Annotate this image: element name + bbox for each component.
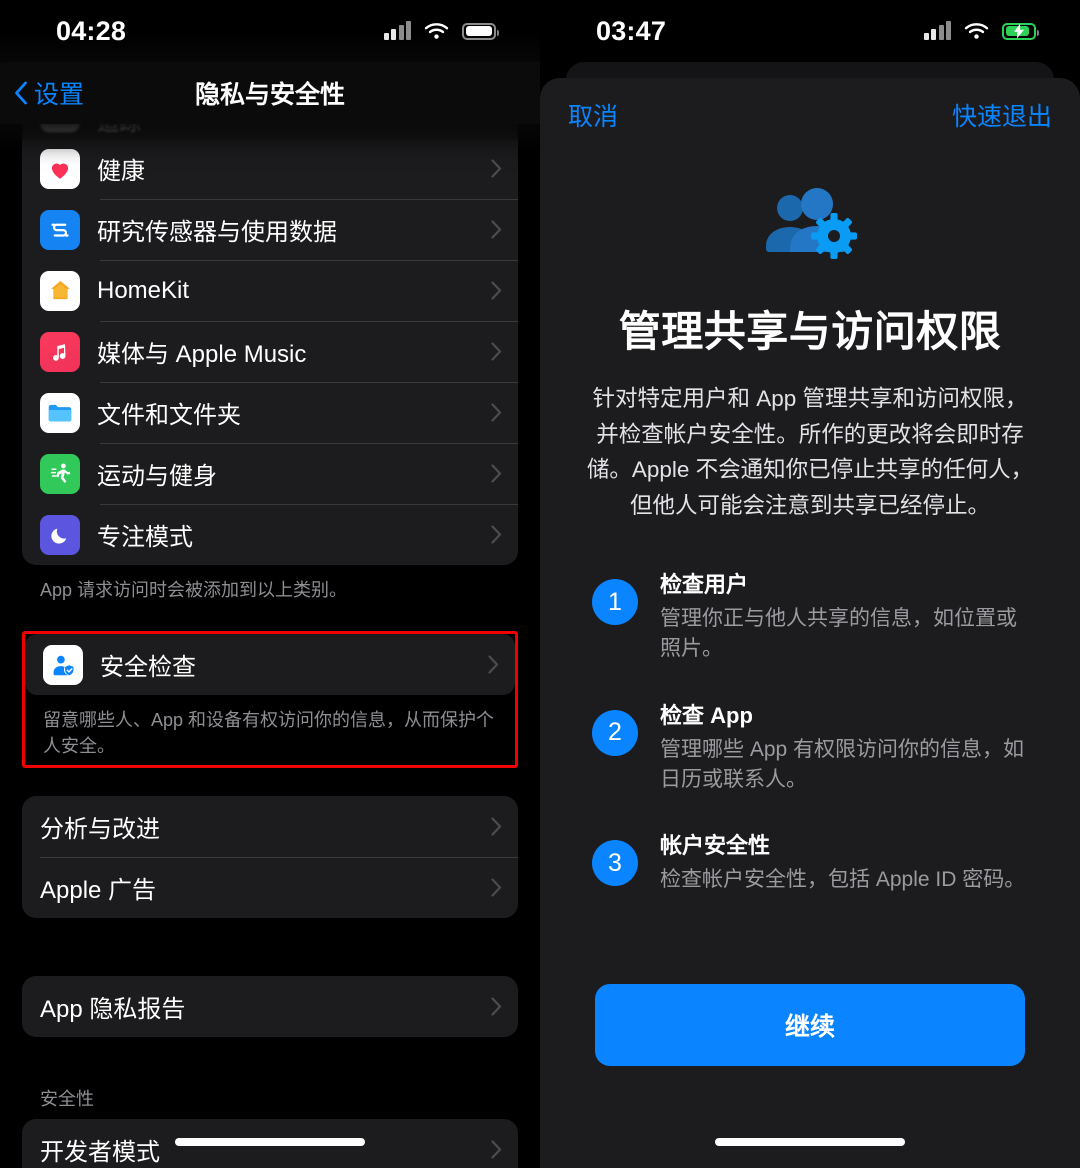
battery-charging-icon bbox=[1002, 22, 1039, 40]
step-item: 3 帐户安全性 检查帐户安全性，包括 Apple ID 密码。 bbox=[592, 828, 1030, 895]
settings-row-label: 运动与健身 bbox=[97, 463, 217, 490]
cancel-button[interactable]: 取消 bbox=[568, 97, 618, 133]
steps-list: 1 检查用户 管理你正与他人共享的信息，如位置或照片。 2 检查 App 管理哪… bbox=[540, 523, 1080, 895]
safety-check-footnote: 留意哪些人、App 和设备有权访问你的信息，从而保护个人安全。 bbox=[43, 710, 495, 757]
chevron-right-icon bbox=[491, 817, 502, 836]
apple-music-icon bbox=[40, 331, 80, 372]
settings-row-label: 专注模式 bbox=[97, 524, 193, 551]
settings-row-label: 分析与改进 bbox=[40, 816, 160, 844]
back-button-label: 设置 bbox=[34, 81, 85, 109]
settings-row-files[interactable]: 文件和文件夹 bbox=[22, 382, 518, 443]
step-title: 帐户安全性 bbox=[660, 833, 771, 859]
battery-icon bbox=[462, 22, 499, 40]
step-number-badge: 1 bbox=[592, 579, 638, 626]
step-item: 1 检查用户 管理你正与他人共享的信息，如位置或照片。 bbox=[592, 567, 1030, 664]
settings-row-label: App 隐私报告 bbox=[40, 996, 186, 1024]
settings-row-label: 研究传感器与使用数据 bbox=[97, 219, 337, 246]
privacy-apps-group: 健康 研究传感器与使用数据 HomeKit 媒体与 Apple Music 文件… bbox=[22, 138, 518, 565]
step-title: 检查 App bbox=[660, 702, 753, 728]
settings-row-label: 安全检查 bbox=[100, 654, 196, 682]
cellular-signal-icon bbox=[923, 21, 951, 40]
chevron-right-icon bbox=[491, 281, 502, 300]
step-title: 检查用户 bbox=[660, 572, 749, 598]
step-text: 检查 App 管理哪些 App 有权限访问你的信息，如日历或联系人。 bbox=[660, 698, 1030, 795]
quick-exit-button[interactable]: 快速退出 bbox=[952, 97, 1052, 133]
sheet-title: 管理共享与访问权限 bbox=[618, 308, 1002, 355]
settings-row-label: 健康 bbox=[97, 158, 145, 185]
people-gear-icon bbox=[754, 186, 866, 272]
safety-check-icon bbox=[43, 644, 83, 685]
chevron-right-icon bbox=[491, 220, 502, 239]
settings-row-label: HomeKit bbox=[97, 276, 190, 304]
chevron-right-icon bbox=[491, 997, 502, 1016]
step-text: 检查用户 管理你正与他人共享的信息，如位置或照片。 bbox=[660, 567, 1030, 664]
app-privacy-report-group: App 隐私报告 bbox=[22, 976, 518, 1038]
chevron-right-icon bbox=[491, 403, 502, 422]
step-number-badge: 2 bbox=[592, 709, 638, 756]
home-indicator bbox=[715, 1138, 905, 1146]
settings-row-app-privacy-report[interactable]: App 隐私报告 bbox=[22, 976, 518, 1037]
chevron-left-icon bbox=[15, 81, 27, 105]
security-section-header: 安全性 bbox=[40, 1089, 94, 1110]
settings-row-apple-music[interactable]: 媒体与 Apple Music bbox=[22, 321, 518, 382]
status-time: 03:47 bbox=[596, 15, 667, 46]
settings-row-apple-ads[interactable]: Apple 广告 bbox=[22, 857, 518, 918]
continue-button[interactable]: 继续 bbox=[595, 984, 1025, 1066]
status-bar: 03:47 bbox=[540, 0, 1080, 62]
wifi-icon bbox=[424, 23, 449, 39]
step-description: 检查帐户安全性，包括 Apple ID 密码。 bbox=[660, 868, 1026, 892]
settings-row-focus[interactable]: 专注模式 bbox=[22, 504, 518, 565]
safety-check-highlight-box: 安全检查 留意哪些人、App 和设备有权访问你的信息，从而保护个人安全。 bbox=[22, 631, 518, 769]
chevron-right-icon bbox=[491, 342, 502, 361]
settings-row-research-sensor[interactable]: 研究传感器与使用数据 bbox=[22, 199, 518, 260]
step-item: 2 检查 App 管理哪些 App 有权限访问你的信息，如日历或联系人。 bbox=[592, 698, 1030, 795]
settings-scroll-area[interactable]: 追踪 健康 bbox=[0, 0, 540, 1168]
wifi-icon bbox=[964, 23, 989, 39]
settings-row-health[interactable]: 健康 bbox=[22, 138, 518, 199]
chevron-right-icon bbox=[491, 1140, 502, 1159]
cta-container: 继续 bbox=[595, 984, 1025, 1066]
chevron-right-icon bbox=[491, 464, 502, 483]
settings-row-homekit[interactable]: HomeKit bbox=[22, 260, 518, 321]
settings-row-safety-check[interactable]: 安全检查 bbox=[25, 634, 515, 695]
fitness-icon bbox=[40, 453, 80, 494]
sheet-hero: 管理共享与访问权限 针对特定用户和 App 管理共享和访问权限，并检查帐户安全性… bbox=[540, 132, 1080, 523]
safety-check-group: 安全检查 bbox=[25, 634, 515, 696]
chevron-right-icon bbox=[491, 159, 502, 178]
health-icon bbox=[40, 148, 80, 189]
settings-row-label: 媒体与 Apple Music bbox=[97, 341, 307, 368]
navigation-bar: 设置 隐私与安全性 bbox=[0, 62, 540, 124]
safety-check-sheet: 取消 快速退出 管理共享与访问权限 针对特定用户和 App 管理共享和访问权限，… bbox=[540, 78, 1080, 1168]
settings-row-analytics[interactable]: 分析与改进 bbox=[22, 796, 518, 857]
step-description: 管理哪些 App 有权限访问你的信息，如日历或联系人。 bbox=[660, 737, 1025, 791]
files-icon bbox=[40, 392, 80, 433]
analytics-group: 分析与改进 Apple 广告 bbox=[22, 796, 518, 919]
cellular-signal-icon bbox=[383, 21, 411, 40]
status-indicators bbox=[923, 21, 1039, 40]
sheet-body-text: 针对特定用户和 App 管理共享和访问权限，并检查帐户安全性。所作的更改将会即时… bbox=[586, 386, 1034, 518]
step-description: 管理你正与他人共享的信息，如位置或照片。 bbox=[660, 607, 1017, 660]
status-bar: 04:28 bbox=[0, 0, 540, 62]
right-phone-screen: 取消 快速退出 管理共享与访问权限 针对特定用户和 App 管理共享和访问权限，… bbox=[540, 0, 1080, 1168]
chevron-right-icon bbox=[491, 878, 502, 897]
settings-row-label: 文件和文件夹 bbox=[97, 402, 241, 429]
dual-screenshot-comparison: 追踪 健康 bbox=[0, 0, 1080, 1168]
back-button[interactable]: 设置 bbox=[14, 75, 84, 111]
settings-row-label: Apple 广告 bbox=[40, 877, 157, 905]
sheet-toolbar: 取消 快速退出 bbox=[540, 78, 1080, 132]
research-sensor-icon bbox=[40, 209, 80, 250]
charging-bolt-icon bbox=[1014, 23, 1024, 39]
status-time: 04:28 bbox=[56, 15, 127, 46]
settings-row-fitness[interactable]: 运动与健身 bbox=[22, 443, 518, 504]
step-text: 帐户安全性 检查帐户安全性，包括 Apple ID 密码。 bbox=[660, 828, 1030, 895]
chevron-right-icon bbox=[488, 655, 499, 674]
apps-group-footnote: App 请求访问时会被添加到以上类别。 bbox=[40, 580, 348, 600]
step-number-badge: 3 bbox=[592, 840, 638, 887]
home-indicator bbox=[175, 1138, 365, 1146]
chevron-right-icon bbox=[491, 525, 502, 544]
focus-icon bbox=[40, 514, 80, 555]
left-phone-screen: 追踪 健康 bbox=[0, 0, 540, 1168]
homekit-icon bbox=[40, 270, 80, 311]
status-indicators bbox=[383, 21, 499, 40]
